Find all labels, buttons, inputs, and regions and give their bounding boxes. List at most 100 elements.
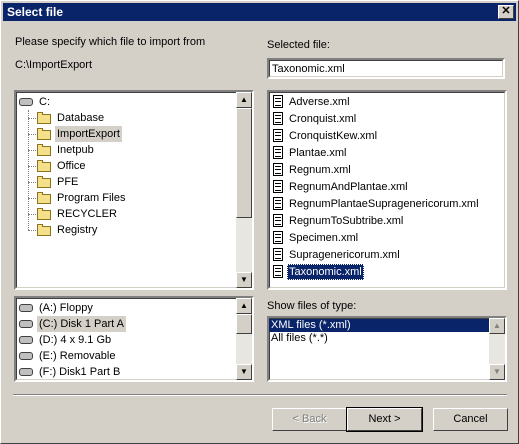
tree-item-folder[interactable]: Office — [37, 158, 237, 174]
drive-icon — [19, 336, 33, 344]
next-button[interactable]: Next > — [346, 407, 423, 432]
file-name: Adverse.xml — [289, 96, 350, 108]
file-list-item[interactable]: RegnumToSubtribe.xml — [273, 213, 498, 229]
folder-icon — [37, 176, 51, 188]
scroll-down-arrow-icon[interactable]: ▼ — [489, 364, 505, 380]
tree-item-label: Inetpub — [57, 144, 94, 156]
file-list-item[interactable]: Plantae.xml — [273, 145, 498, 161]
tree-item-label: Office — [57, 160, 86, 172]
file-list[interactable]: Adverse.xml Cronquist.xml CronquistKew.xml… — [267, 90, 507, 290]
tree-item-label: Program Files — [57, 192, 126, 204]
file-list-item[interactable]: CronquistKew.xml — [273, 128, 498, 144]
drive-item-label: (F:) Disk1 Part B — [37, 364, 122, 380]
selected-file-field[interactable] — [267, 58, 505, 79]
instruction-text: Please specify which file to import from — [15, 36, 206, 48]
file-icon — [273, 180, 283, 193]
tree-item-folder[interactable]: PFE — [37, 174, 237, 190]
file-list-item[interactable]: Supragenericorum.xml — [273, 247, 498, 263]
tree-item-label: Registry — [57, 224, 98, 236]
file-type-option[interactable]: All files (*.*) — [269, 332, 489, 345]
drive-list-item[interactable]: (F:) Disk1 Part B — [19, 364, 229, 380]
tree-item-label: PFE — [57, 176, 79, 188]
file-name: RegnumAndPlantae.xml — [289, 181, 408, 193]
file-type-scrollbar[interactable]: ▲ ▼ — [489, 318, 505, 380]
tree-line — [28, 198, 36, 199]
file-name: Cronquist.xml — [289, 113, 357, 125]
file-type-label: Show files of type: — [267, 300, 357, 312]
drive-icon — [19, 368, 33, 376]
file-list-item[interactable]: Adverse.xml — [273, 94, 498, 110]
file-icon — [273, 231, 283, 244]
file-list-item[interactable]: Regnum.xml — [273, 162, 498, 178]
tree-item-folder[interactable]: Registry — [37, 222, 237, 238]
file-list-item[interactable]: RegnumAndPlantae.xml — [273, 179, 498, 195]
cancel-button[interactable]: Cancel — [433, 408, 508, 431]
drive-letter: (D:) — [39, 334, 58, 346]
drive-list[interactable]: ▲ ▼ (A:) Floppy (C:) Disk 1 Part A (D:) 4 … — [14, 296, 254, 382]
current-path: C:\ImportExport — [15, 59, 93, 71]
file-icon — [273, 146, 283, 159]
drive-list-item[interactable]: (C:) Disk 1 Part A — [19, 316, 229, 332]
drive-item-label: (A:) Floppy — [37, 300, 95, 316]
file-name: Taxonomic.xml — [287, 264, 364, 280]
tree-line — [28, 110, 29, 230]
file-name: RegnumPlantaeSupragenericorum.xml — [289, 198, 479, 210]
tree-item-folder[interactable]: Database — [37, 110, 237, 126]
file-type-option[interactable]: XML files (*.xml) — [269, 319, 489, 332]
file-type-label: All files (*.*) — [271, 332, 328, 344]
drive-list-item[interactable]: (D:) 4 x 9.1 Gb — [19, 332, 229, 348]
file-icon — [273, 248, 283, 261]
scroll-up-arrow-icon[interactable]: ▲ — [236, 298, 252, 314]
file-name: RegnumToSubtribe.xml — [289, 215, 404, 227]
tree-item-folder[interactable]: Program Files — [37, 190, 237, 206]
back-button[interactable]: < Back — [272, 408, 347, 431]
tree-line — [28, 166, 36, 167]
tree-item-label: ImportExport — [55, 126, 122, 142]
tree-item-root[interactable]: C: — [19, 94, 219, 110]
drive-item-label: (C:) Disk 1 Part A — [37, 316, 126, 332]
tree-item-label: C: — [39, 96, 50, 108]
drive-letter: (E:) — [39, 350, 57, 362]
tree-item-label: Database — [57, 112, 105, 124]
scroll-thumb[interactable] — [236, 108, 252, 218]
folder-icon — [37, 208, 51, 220]
folder-icon — [37, 144, 51, 156]
file-icon — [273, 112, 283, 125]
close-button[interactable]: ✕ — [498, 5, 514, 19]
tree-item-folder[interactable]: ImportExport — [37, 126, 237, 142]
scroll-up-arrow-icon[interactable]: ▲ — [489, 318, 505, 334]
drive-list-scrollbar[interactable]: ▲ ▼ — [236, 298, 252, 380]
drive-name: Disk 1 Part A — [60, 318, 124, 330]
folder-tree-scrollbar[interactable]: ▲ ▼ — [236, 92, 252, 288]
file-icon — [273, 163, 283, 176]
file-name: Plantae.xml — [289, 147, 347, 159]
file-list-item[interactable]: Taxonomic.xml — [273, 264, 498, 280]
drive-item-label: (E:) Removable — [37, 348, 117, 364]
tree-item-label: RECYCLER — [57, 208, 117, 220]
tree-line — [28, 182, 36, 183]
scroll-up-arrow-icon[interactable]: ▲ — [236, 92, 252, 108]
button-separator — [13, 394, 507, 396]
tree-line — [28, 150, 36, 151]
file-list-item[interactable]: Cronquist.xml — [273, 111, 498, 127]
drive-list-item[interactable]: (A:) Floppy — [19, 300, 229, 316]
selected-file-input[interactable] — [271, 61, 501, 76]
file-type-list[interactable]: ▲ ▼ XML files (*.xml) All files (*.*) — [267, 316, 507, 382]
scroll-thumb[interactable] — [236, 314, 252, 334]
file-icon — [273, 197, 283, 210]
file-list-item[interactable]: Specimen.xml — [273, 230, 498, 246]
file-icon — [273, 265, 283, 278]
drive-icon — [19, 352, 33, 360]
folder-icon — [37, 224, 51, 236]
tree-item-folder[interactable]: RECYCLER — [37, 206, 237, 222]
drive-list-item[interactable]: (E:) Removable — [19, 348, 229, 364]
folder-tree[interactable]: ▲ ▼ C: Database ImportExport Inetpub Office P… — [14, 90, 254, 290]
file-list-item[interactable]: RegnumPlantaeSupragenericorum.xml — [273, 196, 498, 212]
drive-icon — [19, 304, 33, 312]
scroll-down-arrow-icon[interactable]: ▼ — [236, 272, 252, 288]
title-bar[interactable]: Select file ✕ — [3, 3, 516, 21]
tree-item-folder[interactable]: Inetpub — [37, 142, 237, 158]
selected-file-label: Selected file: — [267, 39, 330, 51]
scroll-down-arrow-icon[interactable]: ▼ — [236, 364, 252, 380]
drive-name: Removable — [59, 350, 116, 362]
